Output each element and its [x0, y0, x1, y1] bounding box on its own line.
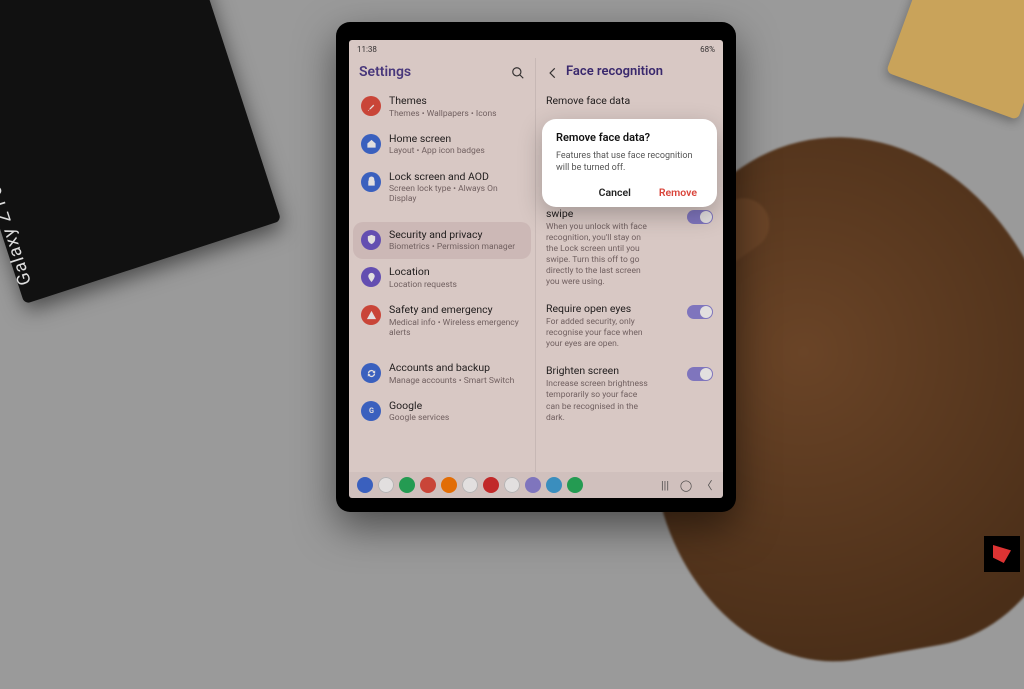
detail-row-sub: Increase screen brightness temporarily s… [546, 379, 687, 423]
settings-item-title: Location [389, 266, 457, 279]
taskbar-app-10[interactable] [567, 477, 583, 493]
settings-item-title: Safety and emergency [389, 304, 523, 317]
taskbar-app-5[interactable] [462, 477, 478, 493]
toggle-switch[interactable] [687, 210, 713, 224]
settings-item-sub: Biometrics • Permission manager [389, 242, 515, 252]
wood-block-prop [886, 0, 1024, 120]
taskbar-app-2[interactable] [399, 477, 415, 493]
status-bar: 11:38 68% [349, 40, 723, 58]
settings-item-security-and-privacy[interactable]: Security and privacyBiometrics • Permiss… [353, 222, 531, 260]
toggle-switch[interactable] [687, 305, 713, 319]
settings-item-sub: Themes • Wallpapers • Icons [389, 109, 497, 119]
foldable-device: 11:38 68% Settings ThemesThemes • Wallpa… [336, 22, 736, 512]
settings-item-safety-and-emergency[interactable]: Safety and emergencyMedical info • Wirel… [353, 297, 531, 345]
nav-back-icon[interactable]: 〈 [699, 477, 715, 493]
settings-item-sub: Manage accounts • Smart Switch [389, 376, 514, 386]
detail-row-title: swipe [546, 207, 687, 220]
settings-item-title: Home screen [389, 133, 485, 146]
detail-title: Face recognition [566, 64, 663, 79]
detail-row-brighten-screen[interactable]: Brighten screen Increase screen brightnes… [546, 357, 713, 430]
status-time: 11:38 [357, 45, 377, 54]
detail-row-swipe[interactable]: swipe When you unlock with face recogniti… [546, 200, 713, 295]
settings-item-sub: Medical info • Wireless emergency alerts [389, 318, 523, 338]
settings-item-location[interactable]: LocationLocation requests [353, 259, 531, 297]
search-icon[interactable] [511, 65, 525, 79]
lock-icon [361, 172, 381, 192]
taskbar-app-9[interactable] [546, 477, 562, 493]
settings-item-lock-screen-and-aod[interactable]: Lock screen and AODScreen lock type • Al… [353, 164, 531, 212]
settings-item-sub: Google services [389, 413, 449, 423]
alert-icon [361, 305, 381, 325]
channel-logo [984, 536, 1020, 572]
settings-item-title: Accounts and backup [389, 362, 514, 375]
nav-recents-icon[interactable]: ||| [657, 479, 673, 492]
settings-item-themes[interactable]: ThemesThemes • Wallpapers • Icons [353, 88, 531, 126]
product-box-prop: Galaxy Z Fold6 [0, 0, 281, 304]
shield-icon [361, 230, 381, 250]
taskbar-app-4[interactable] [441, 477, 457, 493]
taskbar-app-7[interactable] [504, 477, 520, 493]
settings-item-home-screen[interactable]: Home screenLayout • App icon badges [353, 126, 531, 164]
svg-text:G: G [369, 406, 374, 415]
settings-item-sub: Layout • App icon badges [389, 146, 485, 156]
settings-item-title: Themes [389, 95, 497, 108]
detail-row-remove-face-data[interactable]: Remove face data [546, 87, 713, 114]
settings-item-sub: Screen lock type • Always On Display [389, 184, 523, 204]
detail-body: Remove face data? Features that use face… [536, 87, 723, 472]
taskbar-app-0[interactable] [357, 477, 373, 493]
pin-icon [361, 267, 381, 287]
settings-item-title: Lock screen and AOD [389, 171, 523, 184]
taskbar-app-6[interactable] [483, 477, 499, 493]
detail-row-title: Brighten screen [546, 364, 687, 377]
taskbar-app-1[interactable] [378, 477, 394, 493]
product-box-label: Galaxy Z Fold6 [0, 156, 36, 288]
device-screen: 11:38 68% Settings ThemesThemes • Wallpa… [349, 40, 723, 498]
taskbar-app-3[interactable] [420, 477, 436, 493]
back-icon[interactable] [546, 65, 560, 79]
detail-row-sub: When you unlock with face recognition, y… [546, 222, 687, 288]
confirm-dialog: Remove face data? Features that use face… [542, 119, 717, 207]
detail-row-require-open-eyes[interactable]: Require open eyes For added security, onl… [546, 295, 713, 357]
cancel-button[interactable]: Cancel [599, 186, 631, 199]
settings-title: Settings [359, 64, 505, 80]
settings-pane: Settings ThemesThemes • Wallpapers • Ico… [349, 58, 536, 472]
home-icon [361, 134, 381, 154]
taskbar: ||| ◯ 〈 [349, 472, 723, 498]
detail-pane: Face recognition Remove face data? Featu… [536, 58, 723, 472]
dialog-body: Features that use face recognition will … [556, 150, 703, 174]
settings-item-accounts-and-backup[interactable]: Accounts and backupManage accounts • Sma… [353, 355, 531, 393]
g-icon: G [361, 401, 381, 421]
sync-icon [361, 363, 381, 383]
toggle-switch[interactable] [687, 367, 713, 381]
detail-row-title: Require open eyes [546, 302, 687, 315]
detail-row-title: Remove face data [546, 94, 713, 107]
settings-list: ThemesThemes • Wallpapers • IconsHome sc… [349, 88, 535, 472]
settings-item-sub: Location requests [389, 280, 457, 290]
detail-row-sub: For added security, only recognise your … [546, 317, 687, 350]
settings-item-google[interactable]: G GoogleGoogle services [353, 393, 531, 431]
settings-item-title: Google [389, 400, 449, 413]
remove-button[interactable]: Remove [659, 186, 697, 199]
brush-icon [361, 96, 381, 116]
nav-home-icon[interactable]: ◯ [678, 479, 694, 492]
settings-item-title: Security and privacy [389, 229, 515, 242]
taskbar-app-8[interactable] [525, 477, 541, 493]
dialog-title: Remove face data? [556, 131, 703, 144]
status-battery: 68% [700, 45, 715, 54]
